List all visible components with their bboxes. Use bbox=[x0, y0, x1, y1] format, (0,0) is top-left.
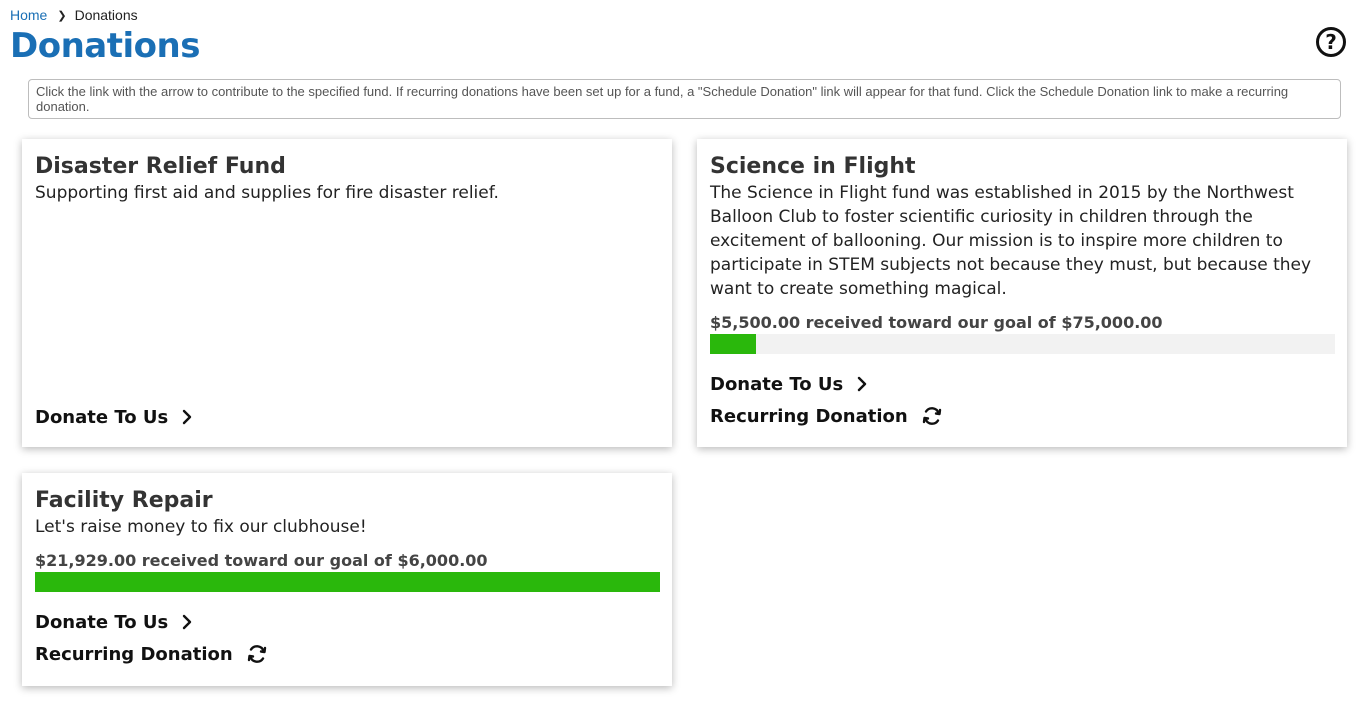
fund-card-science-in-flight: Science in Flight The Science in Flight … bbox=[697, 139, 1347, 447]
donate-label: Donate To Us bbox=[710, 373, 844, 395]
recurring-donation-button[interactable]: Recurring Donation bbox=[35, 638, 659, 670]
recurring-label: Recurring Donation bbox=[710, 405, 908, 427]
fund-card-facility-repair: Facility Repair Let's raise money to fix… bbox=[22, 473, 672, 686]
progress-bar bbox=[710, 334, 1335, 354]
chevron-right-icon bbox=[180, 614, 194, 630]
recurring-label: Recurring Donation bbox=[35, 643, 233, 665]
page-title: Donations bbox=[10, 26, 200, 66]
fund-card-disaster-relief: Disaster Relief Fund Supporting first ai… bbox=[22, 139, 672, 447]
donate-button[interactable]: Donate To Us bbox=[710, 368, 1334, 400]
question-circle-icon[interactable]: ? bbox=[1316, 27, 1346, 57]
donate-button[interactable]: Donate To Us bbox=[35, 401, 194, 433]
fund-description: Let's raise money to fix our clubhouse! bbox=[35, 517, 367, 537]
fund-title: Science in Flight bbox=[710, 154, 916, 179]
donate-button[interactable]: Donate To Us bbox=[35, 606, 659, 638]
chevron-right-icon: ❯ bbox=[57, 9, 67, 22]
recurring-refresh-icon bbox=[245, 642, 269, 666]
fund-actions: Donate To Us Recurring Donation bbox=[35, 606, 659, 670]
chevron-right-icon bbox=[855, 376, 869, 392]
recurring-donation-button[interactable]: Recurring Donation bbox=[710, 400, 1334, 432]
recurring-refresh-icon bbox=[920, 404, 944, 428]
fund-description: The Science in Flight fund was establish… bbox=[710, 183, 1312, 299]
breadcrumb-home-link[interactable]: Home bbox=[10, 7, 47, 23]
progress-text: $5,500.00 received toward our goal of $7… bbox=[710, 313, 1163, 332]
breadcrumb: Home ❯ Donations bbox=[10, 7, 138, 23]
fund-title: Disaster Relief Fund bbox=[35, 154, 286, 179]
progress-text: $21,929.00 received toward our goal of $… bbox=[35, 551, 488, 570]
fund-description: Supporting first aid and supplies for fi… bbox=[35, 183, 499, 203]
progress-bar bbox=[35, 572, 660, 592]
fund-actions: Donate To Us Recurring Donation bbox=[710, 368, 1334, 432]
fund-title: Facility Repair bbox=[35, 488, 213, 513]
chevron-right-icon bbox=[180, 409, 194, 425]
breadcrumb-current: Donations bbox=[74, 7, 138, 23]
instructions-box: Click the link with the arrow to contrib… bbox=[28, 79, 1341, 119]
donate-label: Donate To Us bbox=[35, 611, 169, 633]
fund-actions: Donate To Us bbox=[35, 401, 194, 433]
progress-fill bbox=[710, 334, 756, 354]
progress-fill bbox=[35, 572, 660, 592]
donate-label: Donate To Us bbox=[35, 406, 169, 428]
